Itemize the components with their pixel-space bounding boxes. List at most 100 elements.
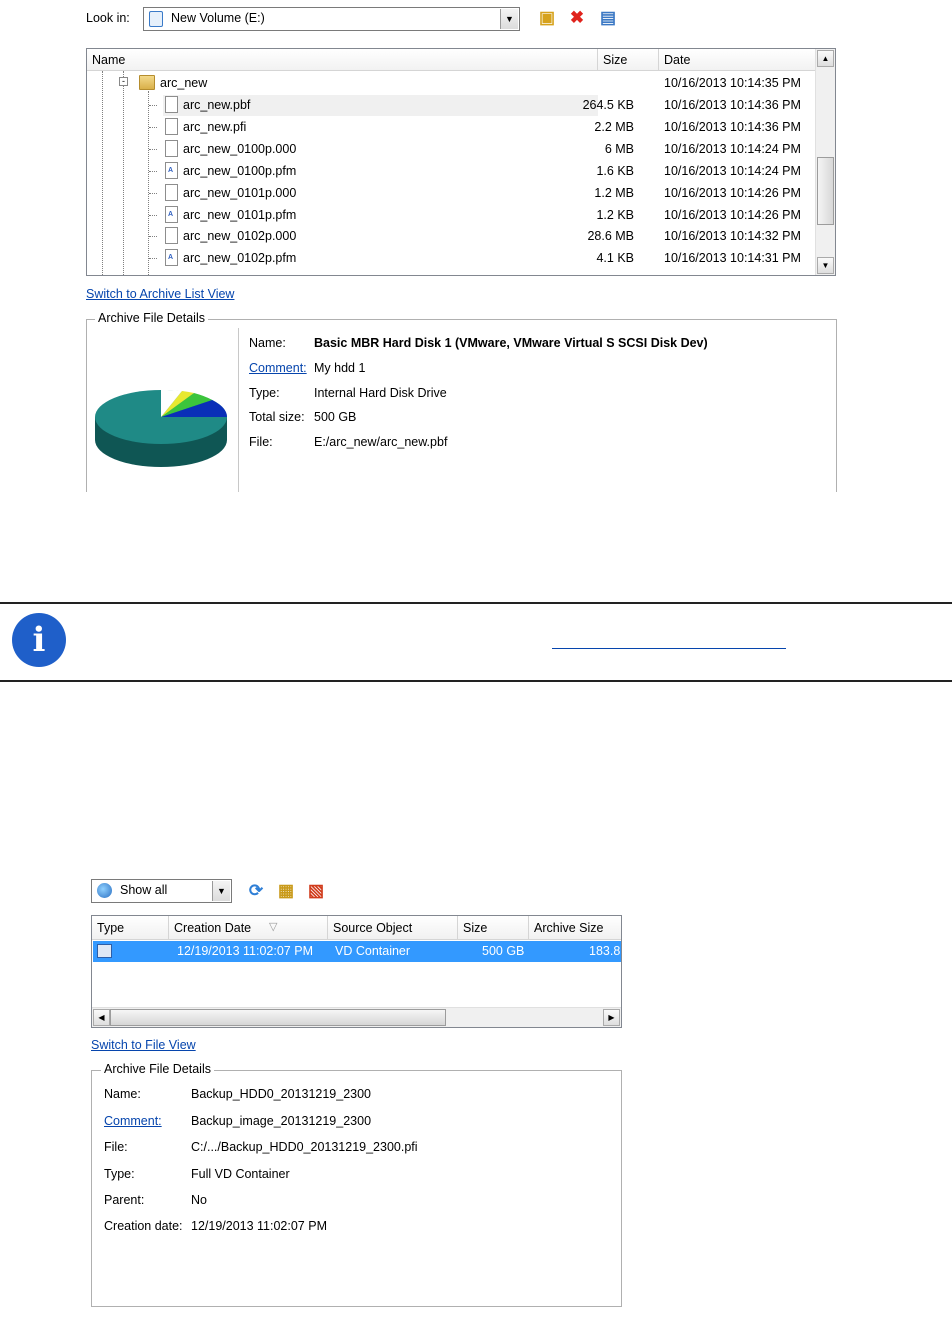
scroll-left-icon[interactable]: ◀ [93, 1009, 110, 1026]
detail2-creation-date-label: Creation date: [104, 1219, 183, 1233]
list-item[interactable]: arc_new_0101p.000 1.2 MB 10/16/2013 10:1… [87, 183, 816, 204]
detail2-comment-link[interactable]: Comment: [104, 1114, 162, 1128]
refresh-icon[interactable]: ⟳ [245, 881, 267, 901]
tree-line [149, 236, 157, 237]
tree-line [149, 105, 157, 106]
list-item[interactable]: arc_new_0100p.000 6 MB 10/16/2013 10:14:… [87, 139, 816, 160]
drive-icon [149, 11, 163, 27]
file-name: arc_new_0100p.pfm [183, 164, 297, 178]
column-header-name[interactable]: Name [87, 49, 598, 71]
tree-line [149, 171, 157, 172]
column-header-size[interactable]: Size [458, 916, 529, 940]
file-date: 10/16/2013 10:14:26 PM [664, 186, 801, 200]
new-folder-icon[interactable]: ▣ [536, 8, 558, 28]
vertical-scrollbar[interactable]: ▲ ▼ [815, 49, 835, 275]
network-icon[interactable]: ▤ [597, 8, 619, 28]
folder-name: arc_new [160, 76, 208, 90]
scrollbar-thumb[interactable] [817, 157, 834, 225]
file-date: 10/16/2013 10:14:24 PM [664, 142, 801, 156]
detail2-parent-label: Parent: [104, 1193, 145, 1207]
detail2-parent-value: No [191, 1193, 207, 1207]
remove-archive-icon[interactable]: ▧ [305, 881, 327, 901]
list-item[interactable]: arc_new.pbf 264.5 KB 10/16/2013 10:14:36… [87, 95, 816, 116]
add-archive-icon[interactable]: ▦ [275, 881, 297, 901]
look-in-combobox[interactable]: New Volume (E:) ▼ [143, 7, 520, 31]
folder-date: 10/16/2013 10:14:35 PM [664, 76, 801, 90]
row-creation-date: 12/19/2013 11:02:07 PM [177, 944, 313, 958]
file-size: 28.6 MB [587, 229, 634, 243]
detail-size-label: Total size: [249, 410, 305, 424]
list-item[interactable]: arc_new_0102p.pfm 4.1 KB 10/16/2013 10:1… [87, 248, 816, 269]
list-item[interactable]: arc_new_0102p.000 28.6 MB 10/16/2013 10:… [87, 226, 816, 247]
column-header-date[interactable]: Date [659, 49, 816, 71]
vd-container-icon [97, 944, 112, 958]
detail2-name-value: Backup_HDD0_20131219_2300 [191, 1087, 372, 1101]
horizontal-scrollbar[interactable]: ◀ ▶ [92, 1007, 621, 1027]
file-date: 10/16/2013 10:14:24 PM [664, 164, 801, 178]
list-item[interactable]: arc_new.pfi 2.2 MB 10/16/2013 10:14:36 P… [87, 117, 816, 138]
note-link-underline[interactable] [552, 648, 786, 649]
file-name: arc_new_0102p.pfm [183, 251, 297, 265]
column-header-source-object[interactable]: Source Object [328, 916, 458, 940]
detail2-type-value: Full VD Container [191, 1167, 290, 1181]
look-in-value: New Volume (E:) [171, 11, 265, 25]
column-header-type[interactable]: Type [92, 916, 169, 940]
file-size: 2.2 MB [594, 120, 634, 134]
filter-value: Show all [120, 883, 168, 897]
detail-comment-link[interactable]: Comment: [249, 361, 307, 375]
table-row[interactable]: 12/19/2013 11:02:07 PM VD Container 500 … [93, 941, 621, 962]
archive-details-title: Archive File Details [95, 311, 208, 325]
note-top-rule [0, 602, 952, 604]
detail-name-label: Name: [249, 336, 286, 350]
look-in-label: Look in: [86, 11, 130, 25]
file-date: 10/16/2013 10:14:31 PM [664, 251, 801, 265]
details-divider [238, 328, 239, 492]
folder-row[interactable]: - arc_new 10/16/2013 10:14:35 PM [87, 73, 816, 94]
archive-details-title-2: Archive File Details [101, 1062, 214, 1076]
file-name: arc_new.pbf [183, 98, 251, 112]
column-header-size[interactable]: Size [598, 49, 659, 71]
file-date: 10/16/2013 10:14:36 PM [664, 120, 801, 134]
list-item[interactable]: arc_new_0100p.pfm 1.6 KB 10/16/2013 10:1… [87, 161, 816, 182]
file-icon [165, 140, 178, 157]
scrollbar-thumb[interactable] [110, 1009, 446, 1026]
note-bottom-rule [0, 680, 952, 682]
file-icon [165, 96, 178, 113]
row-size: 500 GB [482, 944, 525, 958]
collapse-icon[interactable]: - [119, 77, 128, 86]
switch-to-file-view-link[interactable]: Switch to File View [91, 1038, 196, 1052]
show-filter-combobox[interactable]: Show all ▼ [91, 879, 232, 903]
archive-details-group-2 [91, 1070, 622, 1307]
list-item[interactable]: arc_new_0101p.pfm 1.2 KB 10/16/2013 10:1… [87, 205, 816, 226]
pfm-file-icon [165, 162, 178, 179]
file-date: 10/16/2013 10:14:36 PM [664, 98, 801, 112]
file-name: arc_new_0101p.pfm [183, 208, 297, 222]
scroll-right-icon[interactable]: ▶ [603, 1009, 620, 1026]
column-header-archive-size[interactable]: Archive Size [529, 916, 621, 940]
chevron-down-icon[interactable]: ▼ [212, 881, 230, 901]
file-size: 6 MB [604, 142, 634, 156]
sort-arrow-icon: ▽ [269, 921, 278, 933]
archive-list[interactable]: Type Creation Date ▽ Source Object Size … [91, 915, 622, 1028]
file-tree-list[interactable]: Name Size Date - arc_new 10/16/2013 10:1… [86, 48, 836, 276]
pfm-file-icon [165, 206, 178, 223]
file-icon [165, 227, 178, 244]
detail-name-value: Basic MBR Hard Disk 1 (VMware, VMware Vi… [314, 336, 708, 350]
info-icon: i [12, 613, 66, 667]
creation-date-header-label: Creation Date [174, 921, 252, 935]
scroll-up-icon[interactable]: ▲ [817, 50, 834, 67]
file-size: 4.1 KB [596, 251, 634, 265]
file-size: 264.5 KB [582, 98, 634, 112]
delete-icon[interactable]: ✖ [566, 8, 588, 28]
detail-type-label: Type: [249, 386, 280, 400]
file-name: arc_new_0100p.000 [183, 142, 297, 156]
scroll-down-icon[interactable]: ▼ [817, 257, 834, 274]
filter-icon [97, 883, 112, 898]
file-name: arc_new.pfi [183, 120, 247, 134]
detail2-file-label: File: [104, 1140, 128, 1154]
file-size: 1.2 KB [596, 208, 634, 222]
detail-file-label: File: [249, 435, 273, 449]
chevron-down-icon[interactable]: ▼ [500, 9, 518, 29]
switch-to-archive-list-link[interactable]: Switch to Archive List View [86, 287, 234, 301]
column-header-creation-date[interactable]: Creation Date ▽ [169, 916, 328, 940]
